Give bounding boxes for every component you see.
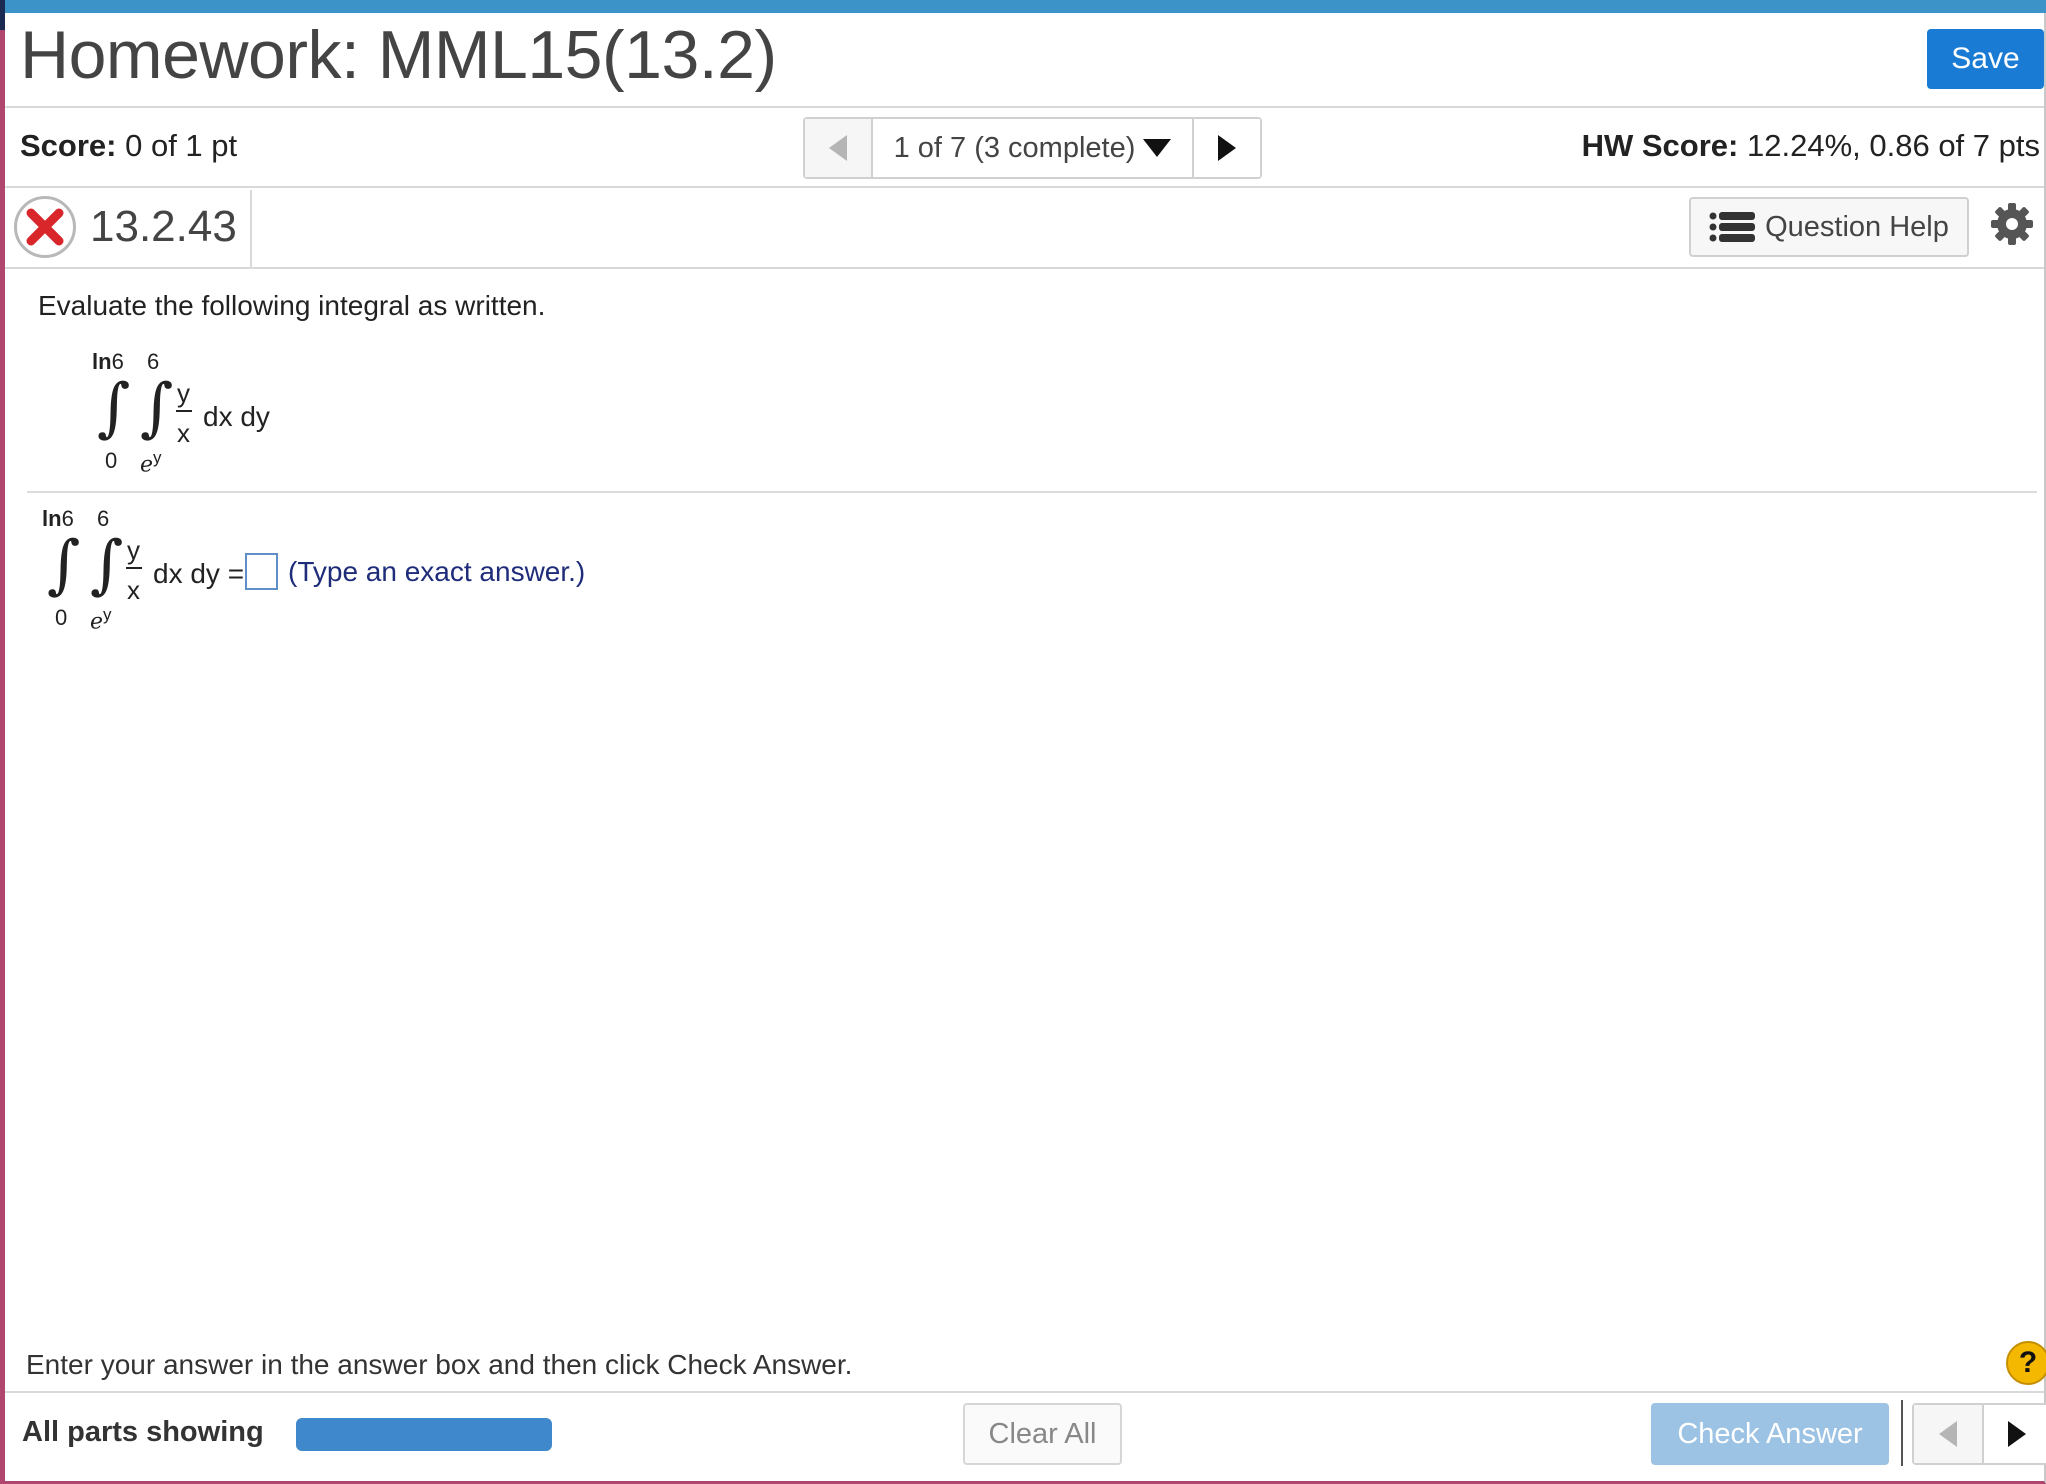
help-icon[interactable]: ? [2006, 1341, 2046, 1385]
instruction-text: Enter your answer in the answer box and … [26, 1349, 853, 1380]
check-answer-button[interactable]: Check Answer [1651, 1403, 1889, 1465]
previous-question-button[interactable] [1914, 1405, 1984, 1463]
fraction-bar [126, 567, 142, 569]
hw-score-value: 12.24%, 0.86 of 7 pts [1747, 128, 2040, 163]
question-help-label: Question Help [1765, 210, 1949, 243]
fraction-bar [176, 410, 192, 412]
chevron-right-icon [2008, 1421, 2026, 1447]
page-title: Homework: MML15(13.2) [20, 17, 777, 93]
answer-hint: (Type an exact answer.) [288, 556, 586, 587]
divider [5, 186, 2044, 188]
inner-lower-limit: ey [140, 448, 162, 478]
chevron-down-icon [1143, 139, 1172, 157]
parts-showing-label: All parts showing [22, 1416, 264, 1448]
previous-question-button[interactable] [805, 119, 873, 177]
question-number: 13.2.43 [90, 202, 237, 251]
hw-score-label: HW Score: [1581, 128, 1739, 163]
x-circle-icon [14, 196, 76, 258]
question-prompt: Evaluate the following integral as writt… [38, 290, 546, 321]
inner-integral-sign: ∫ [90, 528, 124, 602]
question-help-button[interactable]: Question Help [1689, 197, 1969, 257]
outer-lower-limit: 0 [105, 448, 118, 473]
top-accent-bar [0, 0, 2046, 13]
progress-bar [296, 1418, 552, 1451]
save-button[interactable]: Save [1927, 29, 2044, 89]
chevron-left-icon [1939, 1421, 1957, 1447]
question-navigator: 1 of 7 (3 complete) [803, 117, 1262, 179]
inner-lower-limit: ey [90, 605, 112, 635]
outer-integral-sign: ∫ [97, 371, 131, 445]
integrand-numerator: y [127, 535, 140, 565]
hw-score-display: HW Score: 12.24%, 0.86 of 7 pts [1582, 128, 2040, 164]
differentials: dx dy [203, 401, 270, 432]
integrand-denominator: x [127, 575, 140, 605]
question-position: 1 of 7 (3 complete) [893, 131, 1136, 164]
inner-integral-sign: ∫ [140, 371, 174, 445]
score-label: Score: [20, 128, 117, 163]
next-question-button[interactable] [1984, 1405, 2046, 1463]
clear-all-button[interactable]: Clear All [963, 1403, 1122, 1465]
divider [5, 1391, 2044, 1393]
divider [5, 267, 2044, 269]
answer-input[interactable] [245, 553, 278, 590]
next-question-button[interactable] [1194, 119, 1260, 177]
chevron-right-icon [1218, 135, 1236, 161]
score-display: Score: 0 of 1 pt [20, 128, 237, 164]
footer-navigator [1912, 1403, 2046, 1465]
outer-lower-limit: 0 [55, 605, 68, 630]
outer-integral-sign: ∫ [47, 528, 81, 602]
chevron-left-icon [829, 135, 847, 161]
window-edge [0, 0, 5, 30]
divider [27, 491, 2037, 493]
list-icon [1709, 212, 1756, 242]
divider [1901, 1400, 1903, 1466]
question-select-dropdown[interactable]: 1 of 7 (3 complete) [873, 119, 1194, 177]
integrand-numerator: y [177, 378, 190, 408]
score-value: 0 of 1 pt [125, 128, 238, 163]
gear-icon[interactable] [1990, 202, 2034, 246]
answer-equals: dx dy = [153, 558, 245, 589]
integrand-denominator: x [177, 418, 190, 448]
divider [5, 106, 2044, 108]
divider [250, 190, 252, 268]
